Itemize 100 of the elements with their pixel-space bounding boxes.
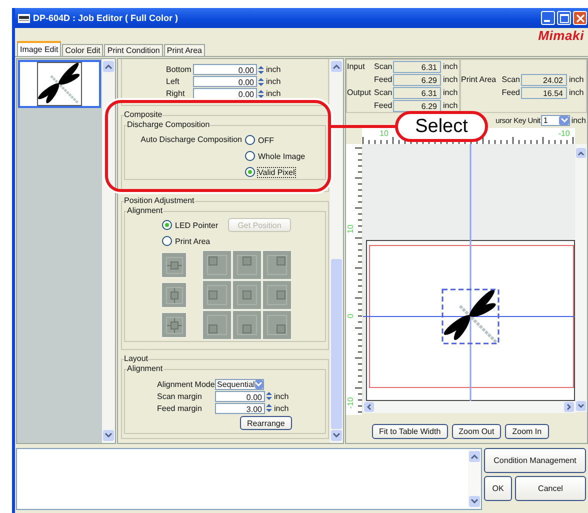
message-box[interactable] <box>16 448 482 510</box>
alignment-button[interactable] <box>202 250 232 280</box>
scroll-down-button[interactable] <box>469 496 480 507</box>
value-field: 16.54 <box>521 86 567 98</box>
minimize-icon <box>544 20 550 22</box>
alignment-icon <box>164 254 184 276</box>
alignment-button[interactable] <box>161 312 187 338</box>
field-label: Bottom <box>166 65 192 74</box>
alignment-button[interactable] <box>202 280 232 310</box>
ruler-label: 10 <box>346 224 355 234</box>
brand-logo: Mimaki <box>538 28 584 43</box>
alignment-button[interactable] <box>262 250 292 280</box>
scroll-right-button[interactable] <box>564 402 574 412</box>
input-field[interactable]: 0.00 <box>193 88 257 99</box>
chevron-down-icon <box>333 433 340 438</box>
close-button[interactable] <box>573 11 587 25</box>
ruler-label: 10 <box>380 129 388 138</box>
ok-button[interactable]: OK <box>484 476 512 501</box>
vertical-scrollbar[interactable] <box>575 144 587 412</box>
alignment-icon <box>235 313 259 337</box>
tab[interactable]: Color Edit <box>62 44 104 56</box>
radio-option[interactable]: LED Pointer <box>162 220 228 230</box>
close-icon <box>576 14 584 22</box>
scroll-down-button[interactable] <box>331 430 342 441</box>
input-field[interactable]: 0.00 <box>193 76 257 87</box>
zoom-control-button[interactable]: Zoom In <box>505 424 549 439</box>
field-label: Feed margin <box>157 404 203 412</box>
alignment-icon <box>205 313 229 337</box>
alignment-button[interactable] <box>232 250 262 280</box>
axis-label: Scan <box>374 88 393 97</box>
alignment-button[interactable] <box>262 310 292 340</box>
unit-label: inch <box>442 75 459 84</box>
alignment-mode-dropdown[interactable]: Sequential <box>215 378 264 390</box>
group-label: Print Area <box>461 75 497 84</box>
chevron-down-icon <box>471 499 478 504</box>
scroll-up-button[interactable] <box>576 148 586 158</box>
tab[interactable]: Print Area <box>164 44 205 56</box>
scroll-down-button[interactable] <box>103 430 114 441</box>
radio-option[interactable]: Whole Image <box>245 151 323 161</box>
ruler-label: -10 <box>346 397 355 409</box>
field-label: Right <box>166 89 186 98</box>
callout-line <box>331 125 397 128</box>
group-title: Discharge Composition <box>127 120 210 130</box>
window-title: DP-604D : Job Editor ( Full Color ) <box>33 13 178 23</box>
cancel-button[interactable]: Cancel <box>515 476 586 501</box>
axis-label: Feed <box>374 101 393 110</box>
alignment-icon <box>164 284 184 306</box>
scroll-up-button[interactable] <box>103 61 114 72</box>
thumbnail[interactable] <box>18 60 101 108</box>
unit-label: inch <box>266 77 281 86</box>
cursor-unit-dropdown[interactable]: 1 <box>541 115 570 126</box>
ruler-label: -10 <box>558 129 570 138</box>
alignment-icon <box>205 283 229 307</box>
unit-label: inch <box>442 62 459 71</box>
group-title: Composite <box>124 110 162 120</box>
chevron-up-icon <box>471 454 478 459</box>
alignment-icon <box>164 314 184 336</box>
zoom-control-button[interactable]: Zoom Out <box>452 424 502 439</box>
alignment-button[interactable] <box>202 310 232 340</box>
scrollbar-thumb[interactable] <box>331 259 342 429</box>
scroll-up-button[interactable] <box>469 451 480 462</box>
field-label: Left <box>166 77 180 86</box>
radio-option[interactable]: Print Area <box>162 236 228 246</box>
input-field[interactable]: 3.00 <box>215 402 265 414</box>
rearrange-button[interactable]: Rearrange <box>240 416 292 430</box>
unit-label: inch <box>568 75 585 84</box>
alignment-button[interactable] <box>232 310 262 340</box>
axis-label: Scan <box>500 75 521 84</box>
group-title: Alignment <box>127 364 163 374</box>
dropdown-arrow-icon <box>559 116 570 125</box>
alignment-button[interactable] <box>161 252 187 278</box>
maximize-button[interactable] <box>557 11 571 25</box>
tab[interactable]: Image Edit <box>17 41 62 56</box>
zoom-control-button[interactable]: Fit to Table Width <box>372 424 448 439</box>
scroll-up-button[interactable] <box>331 61 342 72</box>
input-field[interactable]: 0.00 <box>215 390 265 402</box>
axis-label: Scan <box>374 62 393 71</box>
horizontal-scrollbar[interactable] <box>363 401 575 413</box>
alignment-icon <box>235 253 259 277</box>
input-field[interactable]: 0.00 <box>193 64 257 75</box>
value-field: 6.31 <box>393 60 441 72</box>
tab[interactable]: Print Condition <box>104 44 163 56</box>
group-title: Position Adjustment <box>124 196 194 206</box>
group-label: Input <box>347 62 366 71</box>
chevron-down-icon <box>105 433 112 438</box>
ruler-label: 0 <box>346 314 355 318</box>
radio-option[interactable]: Valid Pixel <box>245 167 323 177</box>
scroll-down-button[interactable] <box>576 401 586 411</box>
group-title: Layout <box>124 354 148 364</box>
alignment-button[interactable] <box>232 280 262 310</box>
alignment-button[interactable] <box>262 280 292 310</box>
option-label: Auto Discharge Composition <box>140 135 243 146</box>
condition-management-button[interactable]: Condition Management <box>484 448 586 473</box>
radio-option[interactable]: OFF <box>245 135 323 145</box>
minimize-button[interactable] <box>541 11 555 25</box>
dropdown-arrow-icon <box>254 380 263 388</box>
alignment-icon <box>265 283 289 307</box>
axis-label: Feed <box>374 75 393 84</box>
alignment-button[interactable] <box>161 282 187 308</box>
scroll-left-button[interactable] <box>364 402 374 412</box>
